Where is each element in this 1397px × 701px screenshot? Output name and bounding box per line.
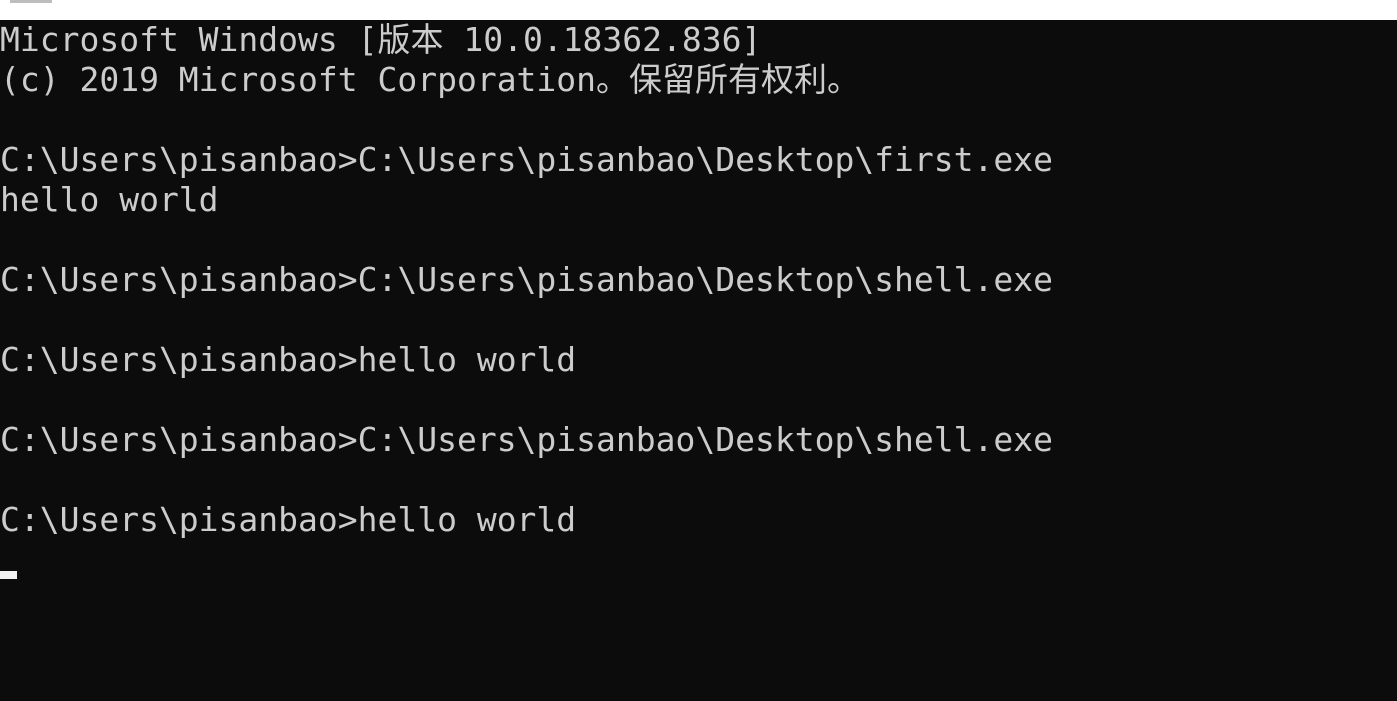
text-cursor [0,571,17,579]
console-line: C:\Users\pisanbao>C:\Users\pisanbao\Desk… [0,260,1053,299]
window-top-strip [0,0,1397,20]
console-line: Microsoft Windows [版本 10.0.18362.836] [0,20,762,59]
console-line: C:\Users\pisanbao>hello world [0,500,577,539]
console-line: hello world [0,180,219,219]
console-line: C:\Users\pisanbao>hello world [0,340,577,379]
console-output[interactable]: Microsoft Windows [版本 10.0.18362.836] (c… [0,20,1397,701]
console-line: (c) 2019 Microsoft Corporation。保留所有权利。 [0,60,861,99]
window-icon [10,0,52,3]
console-line: C:\Users\pisanbao>C:\Users\pisanbao\Desk… [0,140,1053,179]
console-line: C:\Users\pisanbao>C:\Users\pisanbao\Desk… [0,420,1053,459]
